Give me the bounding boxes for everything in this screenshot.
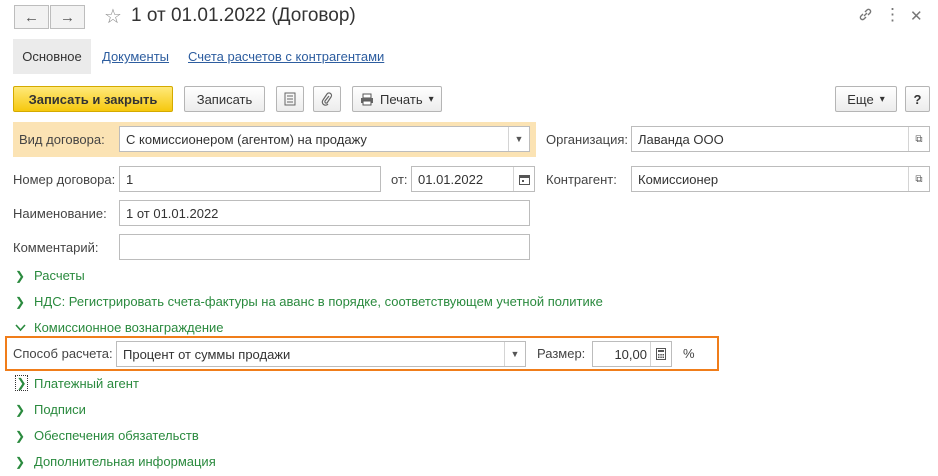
list-icon [284, 92, 296, 106]
organization-field[interactable]: Лаванда ООО ⧉ [631, 126, 930, 152]
commission-size-label: Размер: [537, 346, 586, 361]
commission-method-value: Процент от суммы продажи [123, 346, 291, 362]
arrow-right-icon: → [60, 8, 75, 26]
group-signatures[interactable]: ❯ Подписи [15, 402, 86, 417]
commission-method-select[interactable]: Процент от суммы продажи ▼ [116, 341, 526, 367]
chevron-down-icon[interactable]: ▼ [508, 127, 529, 151]
organization-label: Организация: [546, 132, 629, 147]
group-obligations[interactable]: ❯ Обеспечения обязательств [15, 428, 199, 443]
tab-documents[interactable]: Документы [102, 49, 169, 64]
forward-button[interactable]: → [50, 5, 85, 29]
chevron-down-icon: ▾ [879, 93, 885, 105]
attach-button[interactable] [313, 86, 341, 112]
counterparty-value: Комиссионер [638, 171, 719, 187]
comment-label: Комментарий: [13, 240, 99, 255]
menu-icon[interactable]: ⋮ [884, 5, 901, 25]
link-icon[interactable] [858, 7, 873, 26]
counterparty-label: Контрагент: [546, 172, 617, 187]
more-button[interactable]: Еще ▾ [835, 86, 897, 112]
group-commission-label: Комиссионное вознаграждение [34, 320, 224, 335]
chevron-right-icon: ❯ [15, 428, 26, 443]
commission-method-label: Способ расчета: [13, 346, 113, 361]
document-list-button[interactable] [276, 86, 304, 112]
chevron-right-icon: ❯ [15, 268, 26, 283]
group-vat-label: НДС: Регистрировать счета-фактуры на ава… [34, 294, 603, 309]
calendar-icon[interactable] [513, 167, 534, 191]
close-icon[interactable]: ✕ [910, 7, 923, 25]
paperclip-icon [321, 92, 333, 106]
tab-main[interactable]: Основное [13, 39, 91, 74]
number-label: Номер договора: [13, 172, 116, 187]
back-button[interactable]: ← [14, 5, 49, 29]
group-settlements[interactable]: ❯ Расчеты [15, 268, 85, 283]
commission-unit: % [683, 346, 695, 361]
chevron-right-icon: ❯ [15, 402, 26, 417]
chevron-down-icon [15, 321, 29, 335]
name-input[interactable]: 1 от 01.01.2022 [119, 200, 530, 226]
number-value: 1 [126, 171, 134, 187]
help-button[interactable]: ? [905, 86, 930, 112]
chevron-right-icon: ❯ [15, 294, 26, 309]
arrow-left-icon: ← [24, 8, 39, 26]
chevron-down-icon: ▾ [428, 93, 434, 105]
date-label: от: [391, 172, 408, 187]
calculator-icon[interactable] [650, 342, 671, 366]
number-input[interactable]: 1 [119, 166, 381, 192]
name-label: Наименование: [13, 206, 107, 221]
tab-accounts[interactable]: Счета расчетов с контрагентами [188, 49, 384, 64]
group-commission[interactable]: Комиссионное вознаграждение [15, 320, 224, 335]
name-value: 1 от 01.01.2022 [126, 205, 219, 221]
commission-size-value: 10,00 [614, 346, 647, 362]
save-button[interactable]: Записать [184, 86, 265, 112]
group-additional-label: Дополнительная информация [34, 454, 216, 469]
chevron-right-icon: ❯ [15, 375, 28, 391]
group-payment-agent[interactable]: ❯ Платежный агент [15, 375, 139, 391]
star-icon[interactable]: ☆ [104, 4, 122, 29]
comment-input[interactable] [119, 234, 530, 260]
counterparty-field[interactable]: Комиссионер ⧉ [631, 166, 930, 192]
contract-type-select[interactable]: С комиссионером (агентом) на продажу ▼ [119, 126, 530, 152]
date-value: 01.01.2022 [418, 171, 484, 187]
chevron-right-icon: ❯ [15, 454, 26, 469]
more-label: Еще [847, 91, 874, 107]
contract-type-label: Вид договора: [19, 132, 105, 147]
print-button[interactable]: Печать ▾ [352, 86, 442, 112]
chevron-down-icon[interactable]: ▼ [504, 342, 525, 366]
window-title: 1 от 01.01.2022 (Договор) [131, 5, 356, 26]
contract-type-value: С комиссионером (агентом) на продажу [126, 131, 367, 147]
group-additional[interactable]: ❯ Дополнительная информация [15, 454, 216, 469]
save-and-close-button[interactable]: Записать и закрыть [13, 86, 173, 112]
commission-size-input[interactable]: 10,00 [592, 341, 672, 367]
group-settlements-label: Расчеты [34, 268, 85, 283]
group-obligations-label: Обеспечения обязательств [34, 428, 199, 443]
date-input[interactable]: 01.01.2022 [411, 166, 535, 192]
group-vat[interactable]: ❯ НДС: Регистрировать счета-фактуры на а… [15, 294, 603, 309]
printer-icon [361, 93, 373, 105]
organization-value: Лаванда ООО [638, 131, 724, 147]
group-payment-agent-label: Платежный агент [34, 375, 139, 391]
open-icon[interactable]: ⧉ [908, 127, 929, 151]
print-label: Печать [380, 91, 423, 107]
open-icon[interactable]: ⧉ [908, 167, 929, 191]
group-signatures-label: Подписи [34, 402, 86, 417]
